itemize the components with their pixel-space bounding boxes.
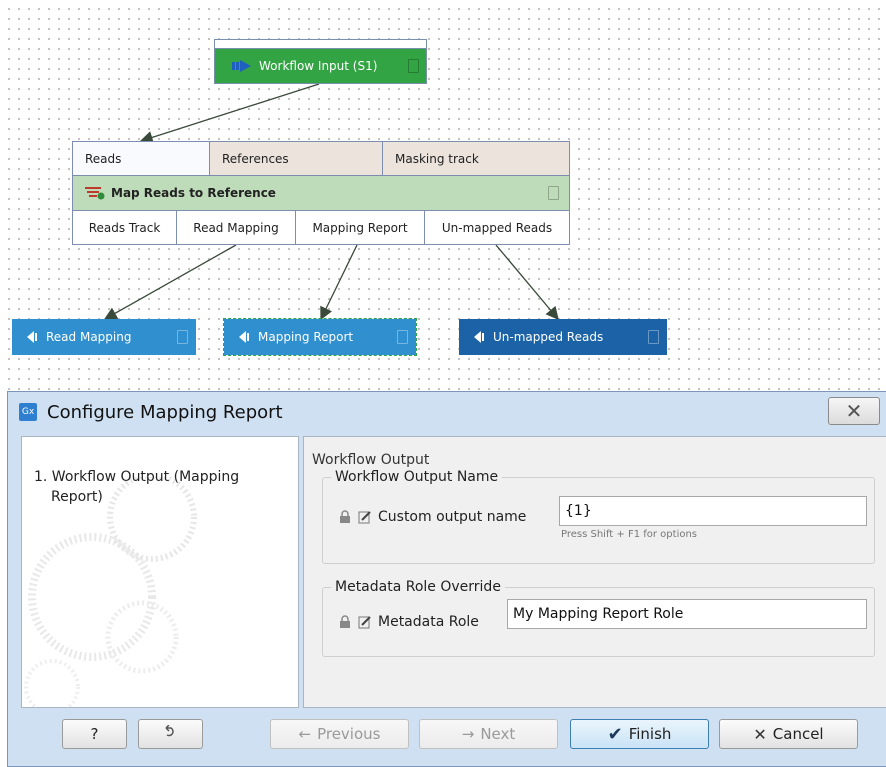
output-node-read-mapping[interactable]: Read Mapping: [12, 319, 196, 355]
edge-input-to-reads: [139, 83, 320, 144]
metadata-role-input[interactable]: My Mapping Report Role: [507, 599, 867, 629]
cancel-label: Cancel: [772, 725, 824, 743]
mapper-title: Map Reads to Reference: [111, 186, 276, 200]
output-node-label: Mapping Report: [258, 330, 354, 344]
workflow-input-label: Workflow Input (S1): [259, 59, 378, 73]
finish-label: Finish: [628, 725, 672, 743]
document-icon: [397, 330, 408, 344]
custom-output-name-label: Custom output name: [378, 509, 527, 525]
document-icon: [408, 59, 419, 73]
workflow-canvas[interactable]: Workflow Input (S1) Reads References Mas…: [0, 0, 886, 380]
lock-icon[interactable]: [338, 510, 352, 524]
output-port-reads-track[interactable]: Reads Track: [73, 211, 177, 244]
node-header-strip: [214, 39, 427, 48]
mapper-outputs-row: Reads Track Read Mapping Mapping Report …: [73, 211, 569, 244]
previous-arrow-icon: ←: [298, 725, 312, 743]
shortcut-hint: Press Shift + F1 for options: [561, 529, 698, 540]
document-icon: [648, 330, 659, 344]
output-port-read-mapping[interactable]: Read Mapping: [177, 211, 296, 244]
edit-icon[interactable]: [358, 510, 372, 524]
lock-icon[interactable]: [338, 615, 352, 629]
custom-output-name-input[interactable]: {1}: [559, 496, 867, 526]
cancel-x-icon: ✕: [753, 724, 767, 744]
reset-button[interactable]: [138, 719, 203, 749]
edge-unmapped-out: [495, 244, 559, 320]
section-title: Workflow Output: [312, 452, 430, 468]
workflow-input-node[interactable]: Workflow Input (S1): [214, 39, 427, 84]
finish-button[interactable]: ✔ Finish: [570, 719, 709, 749]
output-node-label: Un-mapped Reads: [493, 330, 604, 344]
mapper-inputs-row: Reads References Masking track: [73, 142, 569, 176]
close-button[interactable]: ✕: [828, 397, 880, 425]
output-port-mapping-report[interactable]: Mapping Report: [296, 211, 425, 244]
reset-icon: [163, 724, 179, 743]
edge-readmapping-out: [103, 244, 237, 320]
metadata-role-legend: Metadata Role Override: [335, 579, 501, 595]
step-label-line2: Report): [51, 489, 103, 505]
output-node-mapping-report[interactable]: Mapping Report: [223, 318, 417, 356]
metadata-role-row: Metadata Role: [338, 614, 479, 630]
metadata-role-label: Metadata Role: [378, 614, 479, 630]
next-button[interactable]: → Next: [419, 719, 558, 749]
document-icon: [177, 330, 188, 344]
input-port-reads[interactable]: Reads: [73, 142, 210, 175]
previous-label: Previous: [317, 725, 381, 743]
input-port-masking-track[interactable]: Masking track: [383, 142, 569, 175]
settings-pane: Workflow Output Workflow Output Name Cus…: [303, 436, 886, 708]
output-node-unmapped-reads[interactable]: Un-mapped Reads: [459, 319, 667, 355]
help-label: ?: [90, 725, 99, 743]
configure-dialog: Gx Configure Mapping Report ✕ 1. Workflo…: [7, 391, 886, 767]
edit-icon[interactable]: [358, 615, 372, 629]
step-label-line1: 1. Workflow Output (Mapping: [34, 469, 240, 485]
next-arrow-icon: →: [461, 725, 475, 743]
close-icon: ✕: [845, 399, 863, 423]
output-arrow-icon: [238, 330, 252, 344]
next-label: Next: [480, 725, 516, 743]
map-reads-icon: [85, 186, 105, 200]
output-node-label: Read Mapping: [46, 330, 132, 344]
input-arrow-icon: [231, 59, 253, 73]
output-name-legend: Workflow Output Name: [335, 469, 499, 485]
help-button[interactable]: ?: [62, 719, 127, 749]
steps-pane: 1. Workflow Output (Mapping Report): [21, 436, 299, 708]
edge-mappingreport-out: [320, 244, 358, 321]
output-port-unmapped-reads[interactable]: Un-mapped Reads: [425, 211, 569, 244]
app-logo: Gx: [19, 403, 37, 421]
output-arrow-icon: [473, 330, 487, 344]
cancel-button[interactable]: ✕ Cancel: [719, 719, 858, 749]
previous-button[interactable]: ← Previous: [270, 719, 409, 749]
checkmark-icon: ✔: [607, 723, 623, 745]
input-port-references[interactable]: References: [210, 142, 383, 175]
mapper-title-row[interactable]: Map Reads to Reference: [73, 176, 569, 211]
dialog-titlebar[interactable]: Gx Configure Mapping Report ✕: [8, 392, 886, 432]
document-icon: [548, 186, 559, 200]
custom-output-name-row: Custom output name: [338, 509, 526, 525]
step-item-workflow-output[interactable]: 1. Workflow Output (Mapping Report): [34, 467, 239, 507]
decorative-watermark: [24, 477, 197, 707]
dialog-title: Configure Mapping Report: [47, 401, 283, 423]
map-reads-element[interactable]: Reads References Masking track Map Reads…: [72, 141, 570, 245]
output-arrow-icon: [26, 330, 40, 344]
workflow-input-body[interactable]: Workflow Input (S1): [214, 48, 427, 84]
dialog-button-bar: ? ← Previous → Next ✔ Finish ✕ Cancel: [8, 708, 886, 767]
